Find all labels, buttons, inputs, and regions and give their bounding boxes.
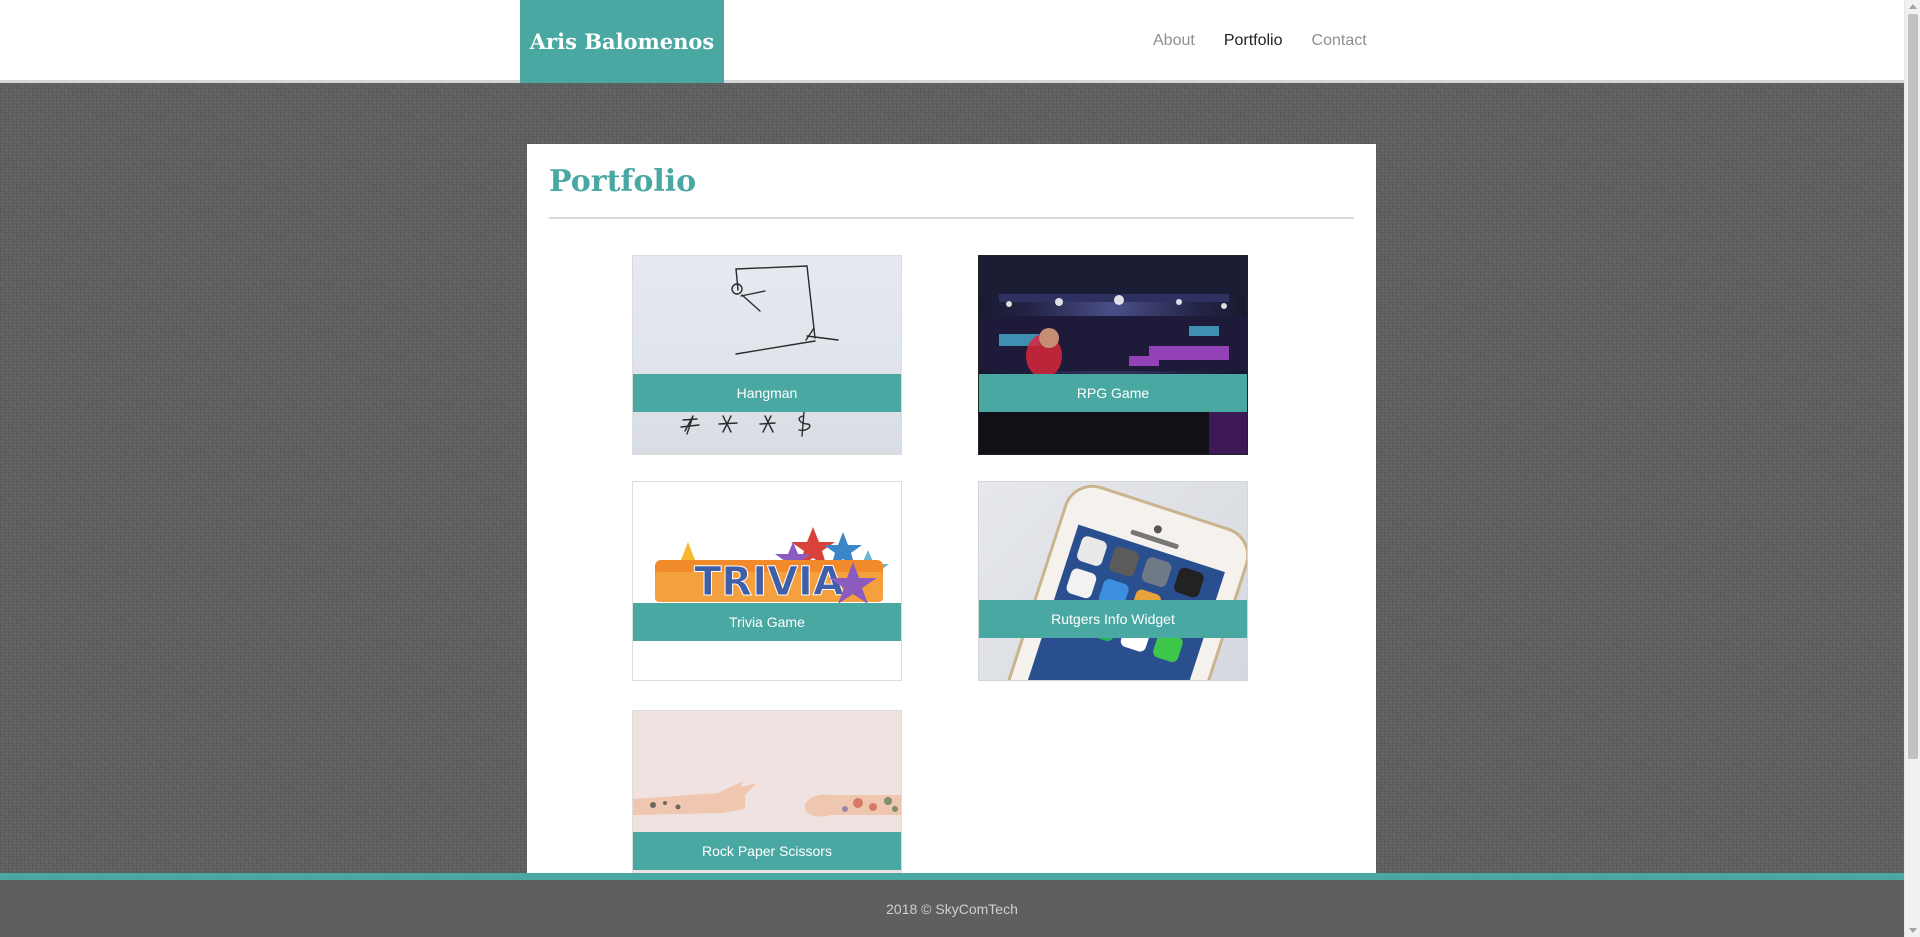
trivia-logo-image: TRIVIA bbox=[633, 482, 901, 680]
project-caption: Rock Paper Scissors bbox=[633, 832, 901, 870]
nav-about[interactable]: About bbox=[1153, 31, 1195, 51]
project-card-rock-paper-scissors[interactable]: Rock Paper Scissors bbox=[632, 710, 902, 874]
nav-contact[interactable]: Contact bbox=[1312, 31, 1367, 51]
project-card-rutgers-info-widget[interactable]: Rutgers Info Widget bbox=[978, 481, 1248, 681]
gaming-arena-image bbox=[979, 256, 1247, 454]
title-divider bbox=[549, 217, 1354, 219]
portfolio-panel: Portfolio Hangman RPG Game TRIVIA Trivia… bbox=[527, 144, 1376, 874]
svg-text:TRIVIA: TRIVIA bbox=[694, 559, 844, 605]
scroll-up-arrow-icon[interactable] bbox=[1909, 4, 1917, 9]
project-caption: RPG Game bbox=[979, 374, 1247, 412]
main-nav: About Portfolio Contact bbox=[1153, 31, 1396, 51]
project-caption: Hangman bbox=[633, 374, 901, 412]
scroll-thumb[interactable] bbox=[1908, 14, 1918, 759]
project-card-trivia-game[interactable]: TRIVIA Trivia Game bbox=[632, 481, 902, 681]
page-scrollbar[interactable] bbox=[1904, 0, 1920, 937]
project-caption: Trivia Game bbox=[633, 603, 901, 641]
site-header: Aris Balomenos About Portfolio Contact bbox=[0, 0, 1904, 83]
scroll-down-arrow-icon[interactable] bbox=[1909, 928, 1917, 933]
hangman-image bbox=[633, 256, 901, 454]
project-card-hangman[interactable]: Hangman bbox=[632, 255, 902, 455]
project-card-rpg-game[interactable]: RPG Game bbox=[978, 255, 1248, 455]
site-footer: 2018 © SkyComTech bbox=[0, 880, 1904, 937]
footer-accent-bar bbox=[0, 873, 1904, 880]
copyright-text: 2018 © SkyComTech bbox=[886, 900, 1018, 917]
nav-portfolio[interactable]: Portfolio bbox=[1224, 31, 1283, 51]
page-title: Portfolio bbox=[549, 164, 697, 199]
smartphone-apps-image bbox=[979, 482, 1247, 680]
project-caption: Rutgers Info Widget bbox=[979, 600, 1247, 638]
brand-logo-link[interactable]: Aris Balomenos bbox=[520, 0, 724, 83]
